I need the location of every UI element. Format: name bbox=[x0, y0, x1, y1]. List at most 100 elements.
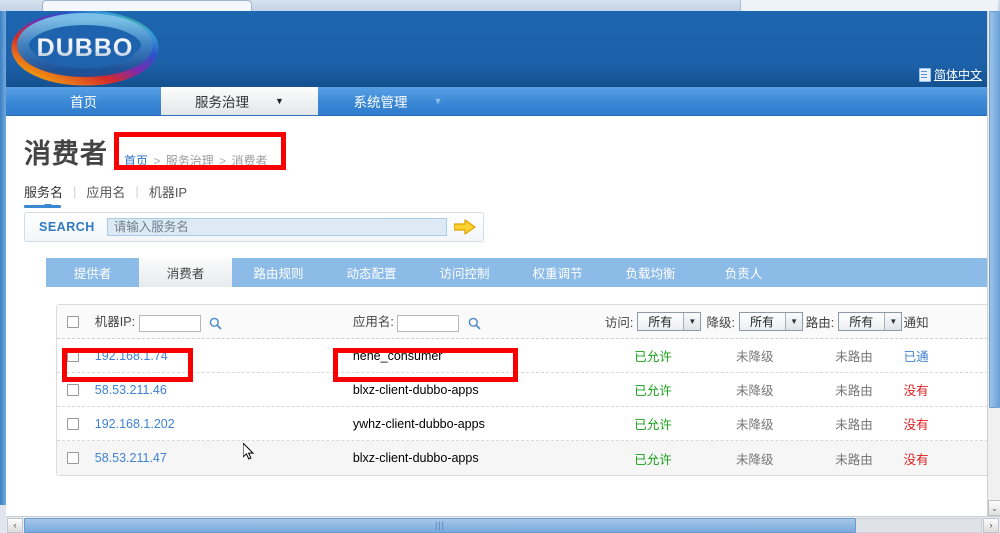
scroll-down-button[interactable]: ⌄ bbox=[988, 500, 1000, 516]
row-route-status: 未路由 bbox=[835, 452, 873, 467]
row-ip-cell: 192.168.1.74 bbox=[89, 349, 353, 363]
sub-tab-machine-ip-label: 机器IP bbox=[148, 185, 188, 200]
filter-ip-label: 机器IP: bbox=[94, 315, 136, 330]
language-switch[interactable]: 简体中文 bbox=[918, 66, 982, 83]
horizontal-scrollbar-thumb[interactable]: ||| bbox=[24, 517, 856, 533]
filter-access-label: 访问: bbox=[604, 316, 634, 330]
row-ip-link[interactable]: 58.53.211.47 bbox=[95, 451, 167, 465]
mouse-cursor bbox=[243, 443, 255, 460]
language-switch-label: 简体中文 bbox=[933, 68, 982, 82]
sub-tab-machine-ip[interactable]: 机器IP bbox=[139, 182, 197, 201]
sub-tab-service-name[interactable]: 服务名 bbox=[24, 182, 73, 208]
scroll-left-button[interactable]: ‹ bbox=[7, 517, 23, 533]
search-submit-button[interactable] bbox=[447, 213, 483, 241]
row-degrade-status: 未降级 bbox=[736, 384, 774, 398]
filter-route-select[interactable]: 所有 ▼ bbox=[838, 312, 903, 331]
chevron-down-icon: ▼ bbox=[683, 313, 701, 330]
consumers-table: 机器IP: 应用名: 访问: 所有 ▼ 降级: 所有 ▼ 路由: 所有 ▼ 通知… bbox=[56, 304, 994, 476]
site-header: DUBBO 简体中文 bbox=[6, 11, 994, 87]
chevron-down-icon: ▼ bbox=[275, 95, 284, 106]
filter-app-cell: 应用名: bbox=[353, 311, 601, 332]
search-bar: SEARCH bbox=[24, 212, 484, 242]
tab-access-control[interactable]: 访问控制 bbox=[418, 258, 511, 287]
filter-ip-cell: 机器IP: bbox=[89, 311, 353, 332]
chevron-down-icon: ▼ bbox=[785, 313, 803, 330]
filter-ip-input[interactable] bbox=[138, 314, 201, 332]
chevron-down-icon: ▼ bbox=[433, 95, 443, 106]
row-app-cell: ywhz-client-dubbo-apps bbox=[352, 416, 485, 431]
nav-item-home-label: 首页 bbox=[70, 95, 97, 110]
chevron-down-icon: ▼ bbox=[884, 313, 902, 330]
scroll-right-button[interactable]: › bbox=[983, 517, 999, 533]
tab-access-control-label: 访问控制 bbox=[439, 267, 490, 281]
filter-access-select[interactable]: 所有 ▼ bbox=[637, 312, 702, 331]
filter-app-input[interactable] bbox=[397, 314, 460, 332]
filter-degrade-cell: 降级: 所有 ▼ bbox=[705, 312, 804, 331]
row-notify-status: 没有 bbox=[903, 418, 929, 432]
filter-degrade-select[interactable]: 所有 ▼ bbox=[739, 312, 804, 331]
row-access-status: 已允许 bbox=[634, 384, 672, 398]
row-degrade-status: 未降级 bbox=[736, 418, 774, 432]
nav-item-governance-label: 服务治理 bbox=[195, 95, 250, 110]
tab-load-balance-label: 负载均衡 bbox=[625, 267, 676, 281]
vertical-scrollbar[interactable]: ⌄ bbox=[987, 11, 1000, 516]
magnifier-icon[interactable] bbox=[209, 317, 222, 330]
row-checkbox[interactable] bbox=[66, 349, 79, 362]
row-access-status: 已允许 bbox=[634, 350, 672, 364]
tab-dynamic-config-label: 动态配置 bbox=[346, 267, 397, 281]
tab-dynamic-config[interactable]: 动态配置 bbox=[325, 258, 418, 287]
row-app-cell: blxz-client-dubbo-apps bbox=[352, 382, 479, 397]
nav-item-governance[interactable]: 服务治理 ▼ bbox=[161, 87, 318, 115]
table-row[interactable]: 58.53.211.47 blxz-client-dubbo-apps 已允许 … bbox=[57, 441, 993, 475]
sub-tab-app-name[interactable]: 应用名 bbox=[76, 182, 135, 201]
row-select-cell bbox=[57, 417, 89, 430]
tab-load-balance[interactable]: 负载均衡 bbox=[604, 258, 697, 287]
row-select-cell bbox=[57, 452, 89, 464]
table-row[interactable]: 58.53.211.46 blxz-client-dubbo-apps 已允许 … bbox=[57, 373, 993, 407]
row-notify-status: 没有 bbox=[903, 384, 929, 398]
tab-routing-rules[interactable]: 路由规则 bbox=[232, 258, 325, 287]
breadcrumb-level2: 服务治理 bbox=[165, 154, 214, 168]
tab-owner-label: 负责人 bbox=[724, 267, 763, 281]
tab-consumers-label: 消费者 bbox=[166, 267, 205, 281]
horizontal-scrollbar-track[interactable] bbox=[856, 517, 982, 533]
page-viewport: DUBBO 简体中文 首页 服务治理 ▼ 系统管理 ▼ 消费者 首页 > 服务治… bbox=[6, 11, 994, 516]
row-ip-link[interactable]: 192.168.1.202 bbox=[95, 417, 175, 431]
row-ip-cell: 58.53.211.46 bbox=[89, 383, 353, 397]
row-checkbox[interactable] bbox=[66, 452, 79, 464]
breadcrumb-separator: > bbox=[219, 154, 227, 168]
row-ip-link[interactable]: 58.53.211.46 bbox=[95, 383, 167, 397]
select-all-checkbox[interactable] bbox=[66, 315, 79, 328]
breadcrumb: 首页 > 服务治理 > 消费者 bbox=[124, 152, 267, 169]
vertical-scrollbar-thumb[interactable] bbox=[989, 11, 1000, 408]
row-degrade-status: 未降级 bbox=[736, 350, 774, 364]
row-select-cell bbox=[57, 383, 89, 396]
tab-consumers[interactable]: 消费者 bbox=[139, 258, 232, 287]
horizontal-scrollbar[interactable]: ‹ ||| › bbox=[6, 516, 1000, 533]
row-ip-link[interactable]: 192.168.1.74 bbox=[95, 349, 168, 363]
table-header-row: 机器IP: 应用名: 访问: 所有 ▼ 降级: 所有 ▼ 路由: 所有 ▼ 通知 bbox=[57, 305, 993, 339]
tab-providers[interactable]: 提供者 bbox=[46, 258, 139, 287]
row-checkbox[interactable] bbox=[66, 417, 79, 430]
tab-owner[interactable]: 负责人 bbox=[697, 258, 790, 287]
main-navigation: 首页 服务治理 ▼ 系统管理 ▼ bbox=[6, 87, 994, 116]
browser-tab[interactable] bbox=[42, 0, 252, 11]
nav-item-home[interactable]: 首页 bbox=[6, 87, 161, 115]
tab-weight-adjust[interactable]: 权重调节 bbox=[511, 258, 604, 287]
tab-providers-label: 提供者 bbox=[73, 267, 112, 281]
sub-tab-app-name-label: 应用名 bbox=[86, 185, 126, 200]
row-route-status: 未路由 bbox=[835, 350, 873, 364]
breadcrumb-current: 消费者 bbox=[231, 154, 268, 168]
table-row[interactable]: 192.168.1.74 hehe_consumer 已允许 未降级 未路由 已… bbox=[57, 339, 993, 373]
row-access-status: 已允许 bbox=[634, 452, 672, 467]
magnifier-icon[interactable] bbox=[468, 317, 481, 330]
table-row[interactable]: 192.168.1.202 ywhz-client-dubbo-apps 已允许… bbox=[57, 407, 993, 441]
filter-route-value: 所有 bbox=[849, 315, 874, 329]
breadcrumb-home-link[interactable]: 首页 bbox=[124, 154, 148, 168]
search-input[interactable] bbox=[106, 218, 447, 236]
filter-access-value: 所有 bbox=[648, 315, 673, 329]
document-icon bbox=[918, 67, 931, 82]
filter-route-cell: 路由: 所有 ▼ bbox=[804, 312, 903, 331]
nav-item-system[interactable]: 系统管理 ▼ bbox=[318, 87, 478, 115]
row-checkbox[interactable] bbox=[66, 383, 79, 396]
